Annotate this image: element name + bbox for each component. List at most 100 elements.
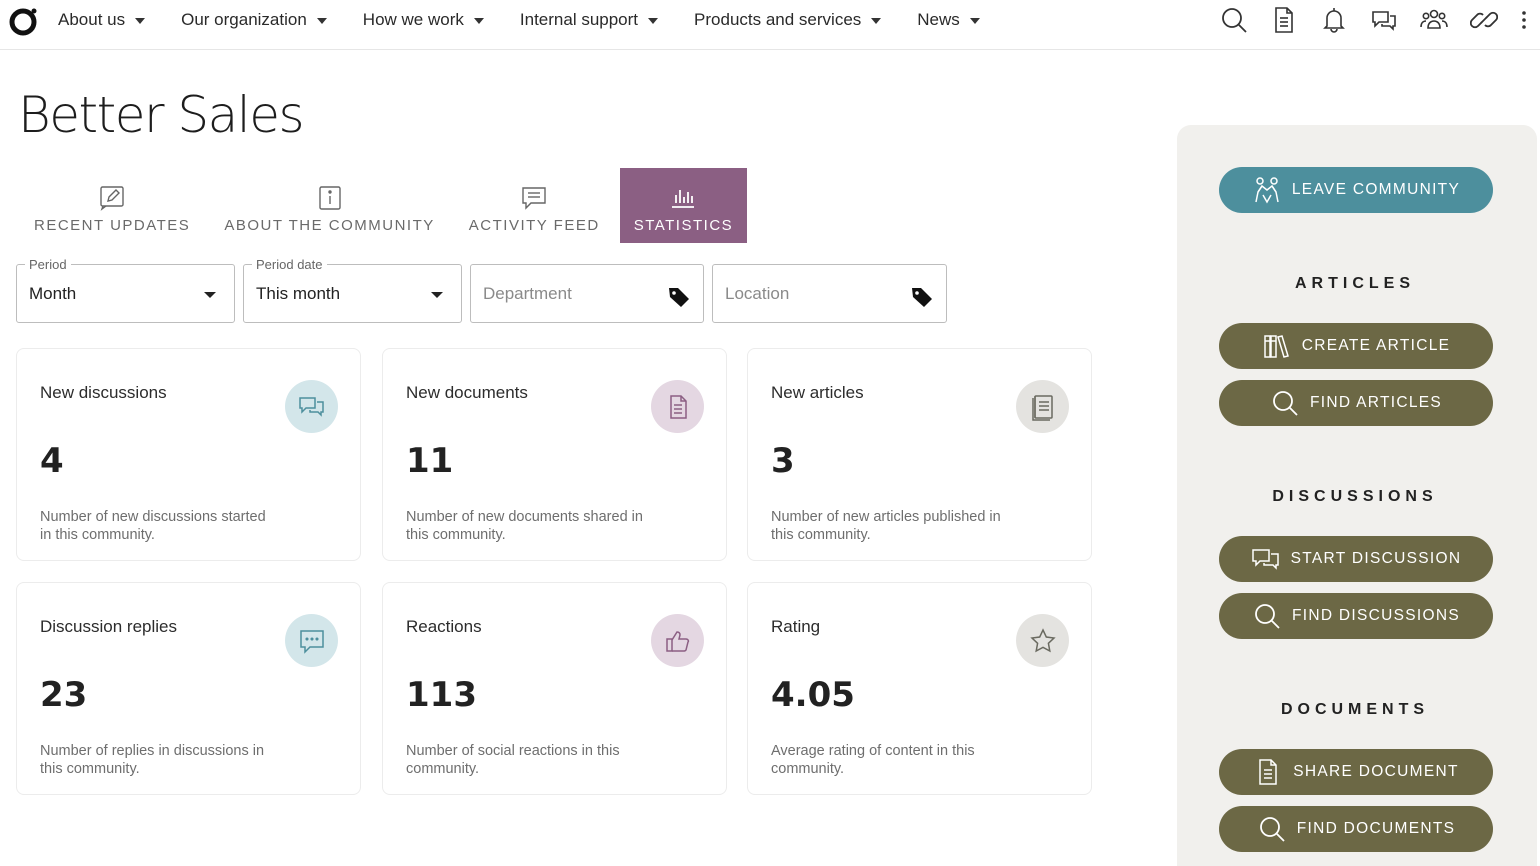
nav-item-label: Internal support: [519, 10, 639, 29]
create-article-label: CREATE ARTICLE: [1301, 337, 1451, 354]
location-field[interactable]: Location: [712, 264, 947, 323]
stats-icon: [672, 190, 695, 208]
start-discussion-button[interactable]: START DISCUSSION: [1219, 536, 1493, 582]
discussion-icon: [1251, 549, 1279, 570]
document-icon: [1259, 759, 1278, 785]
tab-about-the-community[interactable]: ABOUT THE COMMUNITY: [210, 168, 448, 243]
nav-item-label: How we work: [362, 10, 464, 29]
stat-title: New documents: [406, 383, 528, 402]
nav-item-products-and-services[interactable]: Products and services: [694, 10, 882, 30]
tab-statistics[interactable]: STATISTICS: [619, 168, 748, 243]
period-value: Month: [29, 284, 77, 303]
stat-value: 4.05: [771, 675, 855, 715]
tab-label: RECENT UPDATES: [34, 217, 191, 234]
caret-down-icon: [969, 18, 980, 24]
stat-card-new-articles: New articles 3 Number of new articles pu…: [747, 348, 1092, 561]
caret-down-icon: [431, 292, 443, 298]
find-documents-label: FIND DOCUMENTS: [1296, 820, 1456, 837]
period-date-select[interactable]: Period date This month: [243, 257, 462, 323]
nav-item-label: About us: [58, 10, 126, 29]
stat-title: New articles: [771, 383, 864, 402]
leave-community-icon: [1255, 177, 1279, 204]
stat-card-new-discussions: New discussions 4 Number of new discussi…: [16, 348, 361, 561]
caret-down-icon: [316, 18, 327, 24]
chat-icon[interactable]: [1370, 6, 1398, 34]
period-select[interactable]: Period Month: [16, 257, 235, 323]
stat-title: New discussions: [40, 383, 167, 402]
stat-card-new-documents: New documents 11 Number of new documents…: [382, 348, 727, 561]
period-date-label: Period date: [252, 257, 327, 272]
nav-item-how-we-work[interactable]: How we work: [363, 10, 484, 30]
discussion-icon: [285, 380, 338, 433]
discussions-heading: DISCUSSIONS: [1272, 488, 1438, 505]
leave-community-button[interactable]: LEAVE COMMUNITY: [1219, 167, 1493, 213]
stat-value: 3: [771, 441, 795, 481]
stat-card-reactions: Reactions 113 Number of social reactions…: [382, 582, 727, 795]
tab-recent-updates[interactable]: RECENT UPDATES: [20, 168, 204, 243]
stat-value: 11: [406, 441, 454, 481]
tab-activity-feed[interactable]: ACTIVITY FEED: [455, 168, 614, 243]
caret-down-icon: [648, 18, 659, 24]
stat-description: Number of new discussions started in thi…: [40, 509, 266, 543]
people-icon[interactable]: [1420, 6, 1448, 34]
nav-item-label: Our organization: [181, 10, 307, 29]
bell-icon[interactable]: [1320, 6, 1348, 34]
stat-description: Number of replies in discussions in this…: [40, 743, 265, 777]
share-document-label: SHARE DOCUMENT: [1293, 763, 1459, 780]
feed-icon: [522, 187, 546, 210]
page-title: Better Sales: [18, 86, 305, 144]
find-discussions-button[interactable]: FIND DISCUSSIONS: [1219, 593, 1493, 639]
nav-item-about-us[interactable]: About us: [58, 10, 146, 30]
search-icon[interactable]: [1220, 6, 1248, 34]
tag-icon: [669, 288, 689, 307]
star-icon: [1016, 614, 1069, 667]
document-icon: [651, 380, 704, 433]
caret-down-icon: [871, 18, 882, 24]
link-icon[interactable]: [1470, 6, 1498, 34]
find-discussions-label: FIND DISCUSSIONS: [1291, 607, 1461, 624]
caret-down-icon: [204, 292, 216, 298]
documents-heading: DOCUMENTS: [1280, 701, 1430, 718]
period-date-value: This month: [256, 284, 341, 303]
articles-heading: ARTICLES: [1295, 275, 1415, 292]
leave-community-label: LEAVE COMMUNITY: [1291, 181, 1461, 198]
search-icon: [1273, 391, 1298, 416]
stat-title: Discussion replies: [40, 617, 177, 636]
stat-description: Number of social reactions in this commu…: [406, 743, 620, 777]
community-tabs: RECENT UPDATES ABOUT THE COMMUNITY ACTIV…: [20, 168, 753, 243]
stat-value: 4: [40, 441, 64, 481]
department-field[interactable]: Department: [470, 264, 704, 323]
nav-item-internal-support[interactable]: Internal support: [519, 10, 659, 30]
tab-label: ACTIVITY FEED: [468, 217, 600, 234]
create-article-button[interactable]: CREATE ARTICLE: [1219, 323, 1493, 369]
share-document-button[interactable]: SHARE DOCUMENT: [1219, 749, 1493, 795]
tab-label: ABOUT THE COMMUNITY: [224, 217, 435, 234]
nav-toolbar: [1198, 0, 1540, 40]
stat-description: Average rating of content in this commun…: [771, 743, 975, 777]
search-icon: [1255, 604, 1280, 629]
reply-icon: [285, 614, 338, 667]
location-placeholder: Location: [725, 284, 790, 303]
community-actions-sidebar: LEAVE COMMUNITY ARTICLES CREATE ARTICLE …: [1177, 125, 1537, 866]
info-icon: [318, 186, 341, 210]
stat-card-rating: Rating 4.05 Average rating of content in…: [747, 582, 1092, 795]
find-articles-label: FIND ARTICLES: [1309, 394, 1443, 411]
nav-item-label: Products and services: [694, 10, 862, 29]
main-menu: About us Our organization How we work In…: [58, 0, 1016, 40]
nav-item-news[interactable]: News: [917, 10, 980, 30]
tab-label: STATISTICS: [633, 217, 734, 234]
nav-item-our-organization[interactable]: Our organization: [181, 10, 327, 30]
tag-icon: [912, 288, 932, 307]
department-placeholder: Department: [483, 284, 572, 303]
kebab-menu-icon[interactable]: [1520, 6, 1528, 34]
find-articles-button[interactable]: FIND ARTICLES: [1219, 380, 1493, 426]
search-icon: [1259, 817, 1285, 842]
thumbs-up-icon: [651, 614, 704, 667]
find-documents-button[interactable]: FIND DOCUMENTS: [1219, 806, 1493, 852]
logo-icon[interactable]: [9, 6, 39, 36]
stat-title: Reactions: [406, 617, 482, 636]
nav-item-label: News: [917, 10, 960, 29]
document-icon[interactable]: [1270, 6, 1298, 34]
edit-icon: [100, 186, 124, 211]
books-icon: [1263, 335, 1289, 358]
